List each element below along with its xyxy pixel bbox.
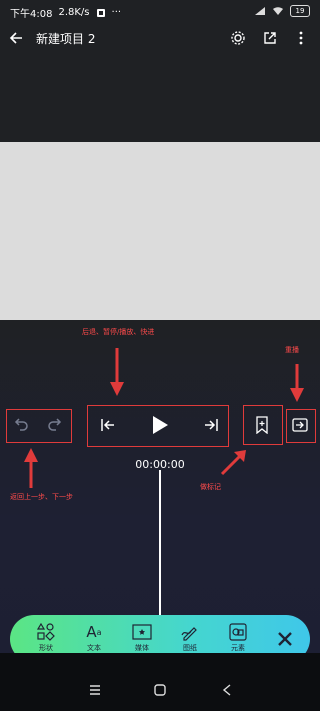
media-icon xyxy=(122,621,162,643)
drawing-icon xyxy=(170,621,210,643)
more-dots-icon: ··· xyxy=(111,7,122,18)
app-bar: 新建项目 2 xyxy=(0,24,320,54)
repeat-icon[interactable] xyxy=(291,416,309,434)
status-time: 下午4:08 xyxy=(10,9,53,20)
close-icon[interactable] xyxy=(276,630,294,648)
redo-icon[interactable] xyxy=(46,416,64,434)
signal-icon xyxy=(254,6,266,16)
play-icon[interactable] xyxy=(151,415,169,435)
bookmark-icon[interactable] xyxy=(255,416,269,434)
tool-drawing[interactable]: 图纸 xyxy=(170,621,210,653)
notification-icon xyxy=(96,8,106,18)
back-arrow-icon[interactable] xyxy=(8,30,24,46)
annotation-repeat: 重播 xyxy=(285,346,299,354)
status-bar: 下午4:08 2.8K/s ··· 19 xyxy=(0,0,320,24)
tool-shapes-label: 形状 xyxy=(39,644,53,652)
elements-icon xyxy=(218,621,258,643)
annotation-arrow-repeat xyxy=(290,364,304,402)
tool-text[interactable]: Aa 文本 xyxy=(74,621,114,653)
tool-media[interactable]: 媒体 xyxy=(122,621,162,653)
status-left: 下午4:08 2.8K/s ··· xyxy=(10,5,121,20)
status-right: 19 xyxy=(254,5,310,17)
project-title: 新建项目 2 xyxy=(36,32,96,46)
tool-text-label: 文本 xyxy=(87,644,101,652)
playhead[interactable] xyxy=(159,470,161,620)
rewind-to-start-icon[interactable] xyxy=(100,417,116,433)
system-nav-bar xyxy=(0,653,320,711)
back-icon[interactable] xyxy=(222,684,232,696)
wifi-icon xyxy=(272,6,284,16)
annotation-bookmark: 做标记 xyxy=(200,483,221,491)
annotation-undo-redo: 返回上一步、下一步 xyxy=(10,493,73,501)
tool-media-label: 媒体 xyxy=(135,644,149,652)
annotation-transport: 后退、暂停/播放、快进 xyxy=(82,328,155,336)
annotation-arrow-transport xyxy=(110,348,124,396)
forward-to-end-icon[interactable] xyxy=(203,417,219,433)
more-vert-icon[interactable] xyxy=(298,29,304,47)
home-icon[interactable] xyxy=(154,684,166,696)
video-preview-canvas[interactable] xyxy=(0,142,320,320)
tool-elements-label: 元素 xyxy=(231,644,245,652)
tool-drawing-label: 图纸 xyxy=(183,644,197,652)
shapes-icon xyxy=(26,621,66,643)
battery-icon: 19 xyxy=(290,5,310,17)
tool-shapes[interactable]: 形状 xyxy=(26,621,66,653)
status-speed: 2.8K/s xyxy=(58,7,90,18)
preview-top-space xyxy=(0,54,320,142)
menu-icon[interactable] xyxy=(89,685,101,695)
settings-gear-icon[interactable] xyxy=(230,30,246,46)
text-icon: Aa xyxy=(86,623,102,641)
undo-icon[interactable] xyxy=(12,416,30,434)
tool-elements[interactable]: 元素 xyxy=(218,621,258,653)
export-share-icon[interactable] xyxy=(262,30,278,46)
